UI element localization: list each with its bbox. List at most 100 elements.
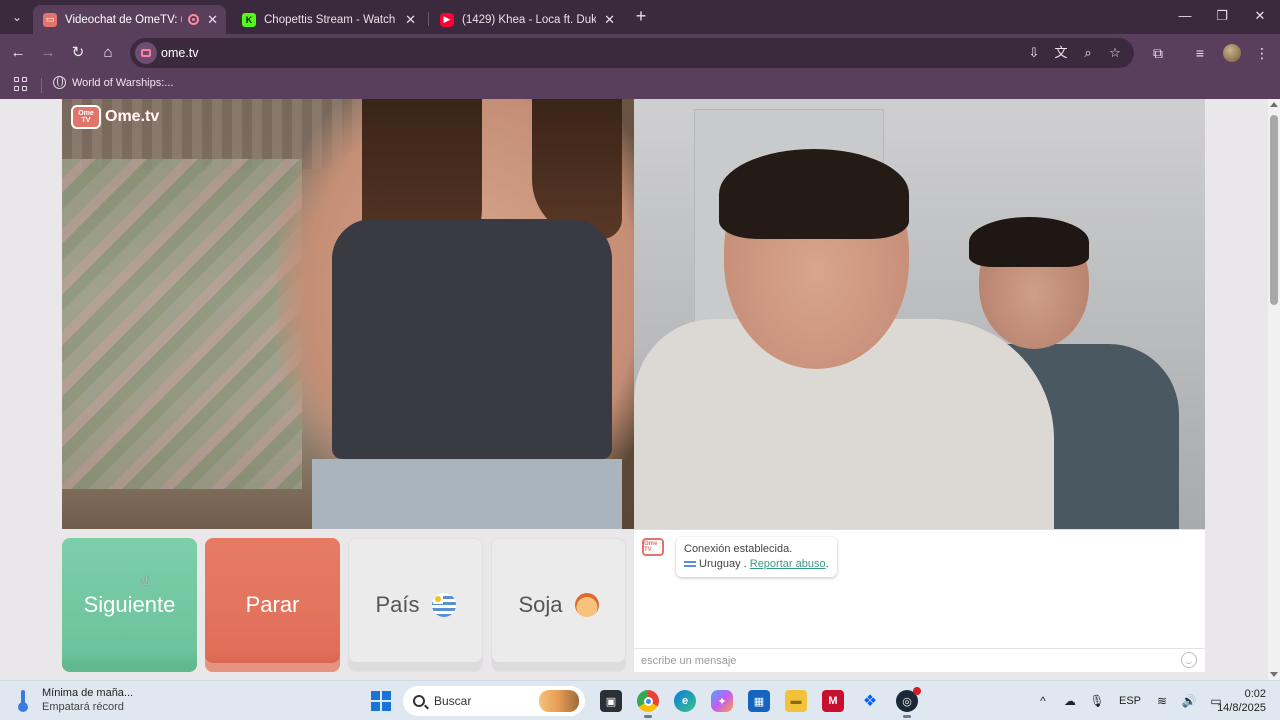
bookmark-world-of-warships[interactable]: World of Warships:... <box>53 76 173 89</box>
page-scrollbar[interactable] <box>1268 99 1280 680</box>
clock-date: 14/8/2025 <box>1217 702 1266 714</box>
microphone-icon[interactable]: 🎙 <box>1088 692 1106 710</box>
reload-icon[interactable]: ↻ <box>68 43 88 63</box>
new-tab-button[interactable]: + <box>632 7 650 25</box>
url-text[interactable]: ome.tv <box>161 46 199 60</box>
input-language[interactable]: ESP <box>1119 695 1141 707</box>
edge-icon[interactable]: e <box>674 690 696 712</box>
connection-status-text: Conexión establecida. <box>684 543 793 555</box>
tab-title: (1429) Khea - Loca ft. Duki & C <box>462 13 597 26</box>
bookmark-star-icon[interactable]: ☆ <box>1107 45 1123 61</box>
dropbox-icon[interactable]: ❖ <box>859 690 881 712</box>
tab-close-icon[interactable]: ✕ <box>207 12 218 28</box>
scroll-down-icon[interactable] <box>1270 672 1278 677</box>
steam-icon[interactable]: ◎ <box>896 687 921 718</box>
country-filter-button[interactable]: País <box>348 538 483 672</box>
home-icon[interactable]: ⌂ <box>98 43 118 63</box>
media-control-icon[interactable]: ≡ <box>1190 43 1210 63</box>
taskbar-apps: Buscar ▣ e ✦ ▦ ▬ M ❖ ◎ <box>371 686 921 718</box>
apps-grid-icon[interactable] <box>14 77 28 91</box>
chat-panel: Ome TV Conexión establecida. Uruguay . R… <box>634 529 1205 672</box>
country-name: Uruguay <box>699 558 741 570</box>
message-input[interactable] <box>641 653 1161 669</box>
chrome-icon[interactable] <box>637 690 659 718</box>
system-tray: ^ ☁ 🎙 ESP ≋ 🔊 ▭ <box>1034 686 1234 716</box>
country-line: Uruguay . Reportar abuso. <box>684 557 829 572</box>
bookmarks-bar: World of Warships:... <box>0 72 1280 99</box>
tab-title: Chopettis Stream - Watch Live <box>264 13 397 26</box>
wifi-icon[interactable]: ≋ <box>1153 692 1171 710</box>
chevron-up-icon[interactable]: ^ <box>1034 692 1052 710</box>
copilot-icon[interactable]: ✦ <box>711 690 733 712</box>
tab-divider <box>428 12 429 26</box>
tab-close-icon[interactable]: ✕ <box>405 12 416 28</box>
stop-button[interactable]: Parar <box>205 538 340 672</box>
stop-button-label: Parar <box>245 592 300 617</box>
scroll-thumb[interactable] <box>1270 115 1278 305</box>
extensions-puzzle-icon[interactable]: ⧉ <box>1148 43 1168 63</box>
next-button-label: Siguiente <box>83 592 176 617</box>
kick-favicon-icon: K <box>242 12 256 27</box>
search-placeholder: Buscar <box>434 694 472 708</box>
windows-start-icon[interactable] <box>371 691 391 711</box>
scroll-up-icon[interactable] <box>1270 102 1278 107</box>
volume-icon[interactable]: 🔊 <box>1180 692 1198 710</box>
next-button[interactable]: Siguiente <box>62 538 197 672</box>
taskbar-search[interactable]: Buscar <box>403 686 585 716</box>
windows-taskbar: Mínima de maña... Empatará récord Buscar… <box>0 680 1280 720</box>
address-bar[interactable]: ome.tv ⇩ 文 ⌕ ☆ <box>130 38 1134 68</box>
country-button-label: País <box>375 592 420 617</box>
store-icon[interactable]: ▦ <box>748 690 770 712</box>
mcafee-icon[interactable]: M <box>822 690 844 712</box>
minimize-button[interactable]: — <box>1175 8 1195 23</box>
weather-title: Mínima de maña... <box>42 687 134 699</box>
message-input-area <box>634 648 1205 672</box>
youtube-favicon-icon: ▶ <box>440 12 454 27</box>
translate-icon[interactable]: 文 <box>1053 45 1069 61</box>
maximize-button[interactable]: ❐ <box>1212 8 1232 24</box>
tab-youtube[interactable]: ▶ (1429) Khea - Loca ft. Duki & C ✕ <box>430 5 623 34</box>
install-app-icon[interactable]: ⇩ <box>1026 45 1042 61</box>
mouse-cursor-icon: ☝ <box>141 572 150 588</box>
ometv-page: Ome TV Ome.tv Siguiente Parar País Soja … <box>0 99 1268 680</box>
tab-close-icon[interactable]: ✕ <box>604 12 615 28</box>
profile-avatar[interactable] <box>1223 44 1241 62</box>
tab-strip: ⌄ ▭ Videochat de OmeTV: una ✕ K Chopetti… <box>0 0 1280 34</box>
clock[interactable]: 0:02 14/8/2025 <box>1210 687 1266 715</box>
weather-subtitle: Empatará récord <box>42 701 124 713</box>
search-icon <box>413 695 425 707</box>
local-camera-feed <box>634 99 1205 529</box>
uruguay-flag-icon <box>431 593 456 617</box>
bookmark-label: World of Warships:... <box>72 76 174 89</box>
zoom-icon[interactable]: ⌕ <box>1080 45 1096 61</box>
thermometer-icon <box>16 689 30 712</box>
globe-icon <box>53 76 66 89</box>
site-info-icon[interactable] <box>135 42 157 64</box>
person-torso <box>332 219 612 459</box>
close-window-button[interactable]: ✕ <box>1250 8 1270 24</box>
file-explorer-icon[interactable]: ▬ <box>785 690 807 712</box>
ometv-chat-logo-icon: Ome TV <box>642 538 664 556</box>
tab-search-menu-icon[interactable]: ⌄ <box>6 6 28 28</box>
remote-video-feed: Ome TV Ome.tv <box>62 99 634 529</box>
gender-button-label: Soja <box>518 592 563 617</box>
bookmark-divider <box>41 78 42 93</box>
back-arrow-icon[interactable]: ← <box>8 43 28 63</box>
ometv-logo: Ome TV Ome.tv <box>71 105 159 129</box>
onedrive-icon[interactable]: ☁ <box>1061 692 1079 710</box>
emoji-smiley-icon[interactable] <box>1181 652 1197 668</box>
forward-arrow-icon[interactable]: → <box>38 43 58 63</box>
clock-time: 0:02 <box>1244 688 1266 700</box>
weather-widget[interactable]: Mínima de maña... Empatará récord <box>16 686 133 714</box>
browser-toolbar: ← → ↻ ⌂ ome.tv ⇩ 文 ⌕ ☆ ⧉ ≡ ⋮ <box>0 34 1280 72</box>
ometv-logo-text: Ome.tv <box>105 108 160 125</box>
tab-kick-stream[interactable]: K Chopettis Stream - Watch Live ✕ <box>232 5 424 34</box>
report-abuse-link[interactable]: Reportar abuso <box>750 558 826 570</box>
gender-filter-button[interactable]: Soja <box>491 538 626 672</box>
more-menu-icon[interactable]: ⋮ <box>1252 43 1272 63</box>
task-view-icon[interactable]: ▣ <box>600 690 622 712</box>
boy-emoji-icon <box>574 593 599 617</box>
recording-indicator-icon <box>188 14 200 25</box>
tab-ometv[interactable]: ▭ Videochat de OmeTV: una ✕ <box>33 5 226 34</box>
search-highlight-image <box>539 690 579 712</box>
